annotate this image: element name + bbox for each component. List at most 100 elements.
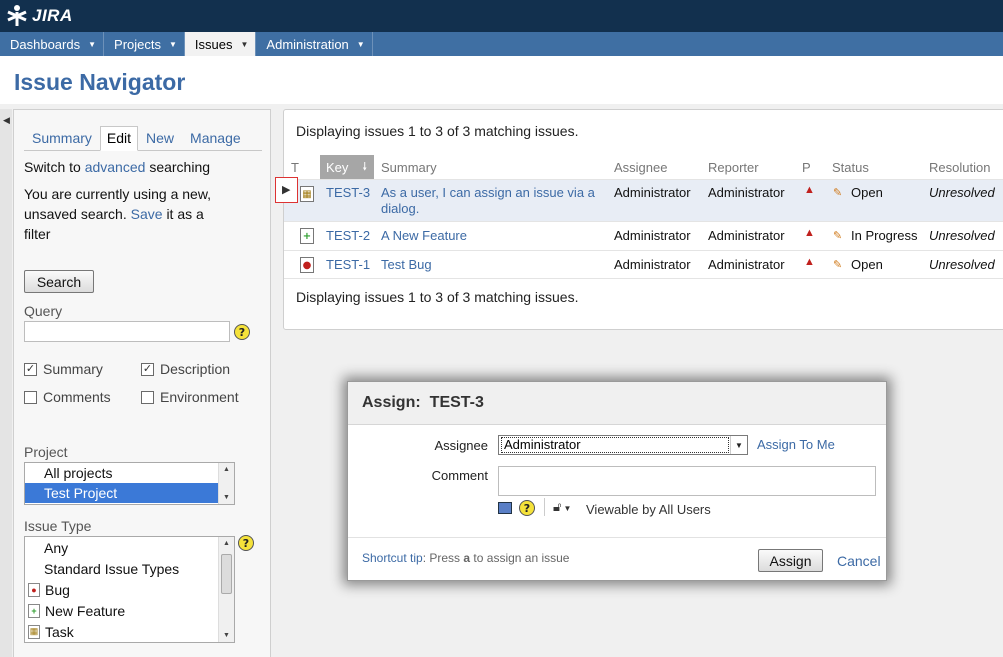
search-button[interactable]: Search <box>24 270 94 293</box>
nav-projects[interactable]: Projects ▼ <box>104 32 185 56</box>
issue-reporter: Administrator <box>708 257 785 272</box>
issue-key-link[interactable]: TEST-1 <box>326 257 370 273</box>
shortcut-text: : Press <box>422 551 461 565</box>
table-row[interactable]: ▦ TEST-3 As a user, I can assign an issu… <box>284 179 1003 221</box>
dialog-footer: Shortcut tip: Press a to assign an issue… <box>348 537 886 581</box>
assign-to-me-link[interactable]: Assign To Me <box>757 437 835 452</box>
chevron-down-icon[interactable]: ▼ <box>169 40 177 49</box>
chevron-down-icon[interactable]: ▼ <box>241 40 249 49</box>
issue-summary-link-line2[interactable]: dialog. <box>381 201 419 217</box>
nav-dashboards[interactable]: Dashboards ▼ <box>0 32 105 56</box>
scroll-down-icon[interactable]: ▼ <box>223 494 230 501</box>
scroll-up-icon[interactable]: ▲ <box>223 466 230 473</box>
open-status-icon: ✎ <box>833 186 843 199</box>
scroll-thumb[interactable] <box>221 554 232 594</box>
switch-prefix: Switch to <box>24 159 81 175</box>
jira-logo-icon <box>7 5 27 26</box>
query-help-icon[interactable]: ? <box>234 324 250 340</box>
nav-projects-label: Projects <box>114 36 161 52</box>
issue-reporter: Administrator <box>708 228 785 243</box>
tab-summary[interactable]: Summary <box>24 130 100 150</box>
issue-type-option-label: Bug <box>45 581 70 598</box>
column-assignee[interactable]: Assignee <box>614 155 667 179</box>
project-option[interactable]: All projects <box>25 463 234 483</box>
major-priority-icon: ▲ <box>804 184 815 196</box>
issue-type-option[interactable]: Standard Issue Types <box>25 558 234 579</box>
issue-summary-link[interactable]: Test Bug <box>381 257 432 273</box>
issue-assignee: Administrator <box>614 228 691 243</box>
issue-type-option-bug[interactable]: ● Bug <box>25 579 234 600</box>
cancel-link[interactable]: Cancel <box>837 553 881 569</box>
new-feature-icon: + <box>300 228 314 244</box>
bug-icon: ● <box>28 582 40 597</box>
tab-edit[interactable]: Edit <box>99 126 139 151</box>
chevron-down-icon[interactable]: ▼ <box>357 40 365 49</box>
unsaved-line-2: unsaved search. Save it as a <box>24 204 204 224</box>
column-summary[interactable]: Summary <box>381 155 437 179</box>
column-resolution[interactable]: Resolution <box>929 155 990 179</box>
column-reporter[interactable]: Reporter <box>708 155 759 179</box>
issue-type-option-label: Task <box>45 623 74 640</box>
collapse-left-arrow-icon[interactable]: ◀ <box>3 116 10 126</box>
environment-checkbox-row[interactable]: Environment <box>141 389 239 405</box>
comments-checkbox[interactable] <box>24 390 37 404</box>
major-priority-icon: ▲ <box>804 227 815 239</box>
issue-summary-link[interactable]: A New Feature <box>381 228 467 244</box>
wiki-preview-icon[interactable] <box>498 502 512 514</box>
summary-checkbox-row[interactable]: ✓ Summary <box>24 361 103 377</box>
comment-help-icon[interactable]: ? <box>519 500 535 516</box>
project-option[interactable]: Test Project <box>25 483 234 503</box>
description-checkbox-row[interactable]: ✓ Description <box>141 361 230 377</box>
nav-administration[interactable]: Administration ▼ <box>256 32 373 56</box>
project-listbox[interactable]: All projects Test Project ▲ ▼ <box>24 462 235 505</box>
summary-checkbox[interactable]: ✓ <box>24 362 37 376</box>
summary-checkbox-label: Summary <box>43 361 103 377</box>
column-status[interactable]: Status <box>832 155 869 179</box>
shortcut-key: a <box>463 551 471 565</box>
shortcut-tip-link[interactable]: Shortcut tip <box>362 551 423 565</box>
issue-key-link[interactable]: TEST-3 <box>326 185 370 201</box>
table-row[interactable]: ● TEST-1 Test Bug Administrator Administ… <box>284 250 1003 279</box>
issue-type-listbox[interactable]: Any Standard Issue Types ● Bug + New Fea… <box>24 536 235 643</box>
nav-administration-label: Administration <box>266 36 349 52</box>
comments-checkbox-row[interactable]: Comments <box>24 389 111 405</box>
issue-type-help-icon[interactable]: ? <box>238 535 254 551</box>
tab-manage[interactable]: Manage <box>182 130 249 150</box>
lock-icon[interactable]: 🔓︎ ▼ <box>553 499 571 515</box>
advanced-search-link[interactable]: advanced <box>85 159 146 175</box>
assign-button[interactable]: Assign <box>758 549 823 572</box>
table-row[interactable]: + TEST-2 A New Feature Administrator Adm… <box>284 221 1003 250</box>
column-type[interactable]: T <box>291 155 299 179</box>
tab-new[interactable]: New <box>138 130 182 150</box>
jira-logo[interactable]: JIRA <box>4 4 73 28</box>
chevron-down-icon[interactable]: ▼ <box>730 436 747 454</box>
results-count-top: Displaying issues 1 to 3 of 3 matching i… <box>296 123 579 139</box>
environment-checkbox[interactable] <box>141 390 154 404</box>
nav-dashboards-label: Dashboards <box>10 36 81 52</box>
description-checkbox[interactable]: ✓ <box>141 362 154 376</box>
chevron-down-icon[interactable]: ▼ <box>563 504 571 513</box>
column-priority[interactable]: P <box>802 155 811 179</box>
scroll-down-icon[interactable]: ▼ <box>223 632 230 639</box>
scroll-up-icon[interactable]: ▲ <box>223 540 230 547</box>
issue-type-option[interactable]: Any <box>25 537 234 558</box>
collapse-sidebar-bar[interactable] <box>0 109 12 657</box>
issue-type-option-new-feature[interactable]: + New Feature <box>25 600 234 621</box>
issue-type-scrollbar[interactable]: ▲ ▼ <box>218 537 234 642</box>
chevron-down-icon[interactable]: ▼ <box>88 40 96 49</box>
issue-key-link[interactable]: TEST-2 <box>326 228 370 244</box>
issue-actions-trigger[interactable]: ▶ <box>275 177 298 203</box>
shortcut-tip: Shortcut tip: Press a to assign an issue <box>362 551 569 565</box>
results-count-bottom: Displaying issues 1 to 3 of 3 matching i… <box>296 289 579 305</box>
issue-summary-link[interactable]: As a user, I can assign an issue via a <box>381 185 595 201</box>
column-key[interactable]: Key 🠗 <box>320 155 374 179</box>
project-list-scrollbar[interactable]: ▲ ▼ <box>218 463 234 504</box>
query-input[interactable] <box>24 321 230 342</box>
save-search-link[interactable]: Save <box>131 206 163 222</box>
assignee-select[interactable]: Administrator ▼ <box>498 435 748 455</box>
results-panel: Displaying issues 1 to 3 of 3 matching i… <box>283 109 1003 330</box>
bug-icon: ● <box>300 257 314 273</box>
comment-textarea[interactable] <box>498 466 876 496</box>
issue-type-option-task[interactable]: ▦ Task <box>25 621 234 642</box>
nav-issues[interactable]: Issues ▼ <box>184 32 257 56</box>
